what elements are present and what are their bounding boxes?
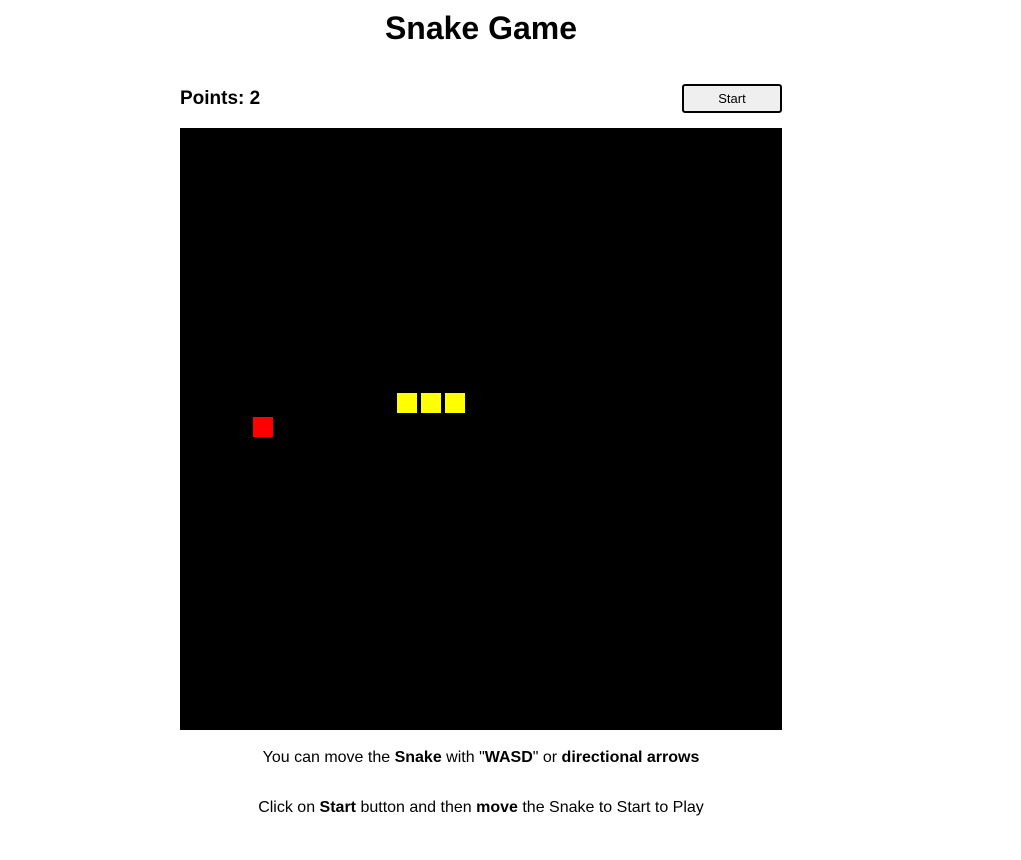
instructions-line-2: Click on Start button and then move the …	[0, 798, 962, 818]
start-button[interactable]: Start	[682, 84, 782, 113]
instruction-text: the Snake to Start to Play	[517, 799, 704, 816]
instruction-bold-arrows: directional arrows	[561, 749, 700, 766]
instruction-text: You can move the	[262, 749, 395, 766]
instruction-bold-move: move	[476, 799, 518, 816]
page-title: Snake Game	[384, 10, 578, 46]
instruction-text: button and then	[356, 799, 477, 816]
food-item	[253, 417, 273, 437]
game-toolbar: Points: 2 Start	[180, 84, 782, 114]
points-label: Points: 2	[180, 88, 261, 109]
instruction-text: Click on	[258, 799, 320, 816]
instructions-line-1: You can move the Snake with "WASD" or di…	[0, 748, 962, 768]
instruction-text: with "	[441, 749, 485, 766]
instruction-bold-snake: Snake	[394, 749, 442, 766]
snake-segment	[445, 393, 465, 413]
instruction-bold-start: Start	[319, 799, 356, 816]
instruction-bold-wasd: WASD	[484, 749, 533, 766]
snake-segment	[397, 393, 417, 413]
app-root: Snake Game Points: 2 Start You can move …	[0, 0, 1021, 860]
instruction-text: " or	[532, 749, 562, 766]
snake-segment	[421, 393, 441, 413]
game-board[interactable]	[180, 128, 782, 730]
